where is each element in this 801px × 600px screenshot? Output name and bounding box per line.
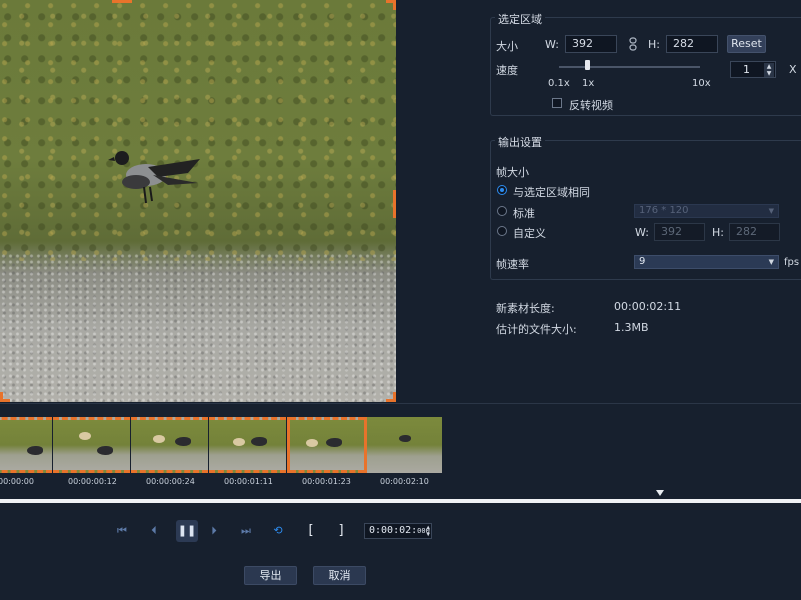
estimated-size-label: 估计的文件大小: [496, 323, 577, 336]
width-input[interactable]: 392 [565, 35, 617, 53]
speed-slider-track[interactable] [559, 66, 700, 68]
radio-same-as-selection[interactable] [497, 185, 507, 195]
speed-unit: X [789, 63, 797, 76]
radio-standard[interactable] [497, 206, 507, 216]
timecode: 00:00:01:11 [224, 477, 273, 486]
timecode: 00:00:02:10 [380, 477, 429, 486]
speed-spinbox[interactable]: 1 ▲ ▼ [730, 61, 776, 78]
crop-handle-top-right[interactable] [386, 0, 396, 10]
fps-label: 帧速率 [496, 258, 529, 271]
size-label: 大小 [496, 40, 518, 53]
option-standard[interactable]: 标准 [513, 205, 535, 221]
width-label: W: [545, 38, 559, 51]
standard-size-select: 176 * 120 ▼ [634, 204, 779, 218]
timeline-strip[interactable]: 00:00:00 00:00:00:12 00:00:00:24 00:00:0… [0, 403, 801, 486]
go-to-end-icon[interactable]: ⏭ [235, 520, 257, 542]
radio-custom[interactable] [497, 226, 507, 236]
preview-grass [0, 0, 396, 262]
frame-thumbnail[interactable] [53, 417, 130, 473]
fps-value: 9 [639, 256, 646, 267]
custom-width-input: 392 [654, 223, 705, 241]
speed-mark-max: 10x [692, 78, 711, 89]
mark-in-button[interactable]: [ [300, 520, 322, 542]
timecode: 00:00:00:12 [68, 477, 117, 486]
speed-slider-thumb[interactable] [585, 60, 590, 70]
frame-thumbnail[interactable] [209, 417, 286, 473]
speed-label: 速度 [496, 64, 518, 77]
cancel-button[interactable]: 取消 [313, 566, 366, 585]
reverse-video-checkbox[interactable] [552, 98, 562, 108]
crow-image [108, 151, 200, 204]
timecode-input[interactable]: 0:00:02:000 ▲ ▼ [364, 523, 432, 539]
chevron-down-icon: ▼ [768, 258, 774, 266]
custom-height-label: H: [712, 226, 724, 239]
go-to-start-icon[interactable]: ⏮ [111, 520, 133, 542]
fps-select[interactable]: 9 ▼ [634, 255, 779, 269]
speed-value: 1 [743, 63, 750, 76]
option-same-as-selection[interactable]: 与选定区域相同 [513, 184, 590, 200]
video-preview[interactable] [0, 0, 396, 402]
spin-up-icon[interactable]: ▲ [764, 63, 774, 70]
chevron-down-icon: ▼ [768, 207, 774, 215]
timecode: 00:00:00:24 [146, 477, 195, 486]
reset-button[interactable]: Reset [727, 35, 766, 53]
export-button[interactable]: 导出 [244, 566, 297, 585]
custom-height-input: 282 [729, 223, 780, 241]
reverse-video-label: 反转视频 [569, 99, 613, 112]
output-group-title: 输出设置 [495, 134, 545, 150]
height-label: H: [648, 38, 660, 51]
link-aspect-icon[interactable] [628, 37, 638, 51]
scrub-bar[interactable] [0, 486, 801, 506]
scrub-track[interactable] [0, 499, 801, 503]
crop-handle-bottom-right[interactable] [386, 392, 396, 402]
playback-controls: ⏮ ⏴ ❚❚ ⏵ ⏭ ⟲ [ ] 0:00:02:000 ▲ ▼ [0, 520, 801, 546]
mark-out-button[interactable]: ] [330, 520, 352, 542]
timecode: 00:00:01:23 [302, 477, 351, 486]
frame-thumbnail[interactable] [0, 417, 52, 473]
pause-icon[interactable]: ❚❚ [176, 520, 198, 542]
crop-handle-top[interactable] [112, 0, 132, 3]
new-clip-length-label: 新素材长度: [496, 302, 555, 315]
next-frame-icon[interactable]: ⏵ [203, 520, 225, 542]
frame-thumbnail[interactable] [290, 417, 364, 473]
frame-thumbnail[interactable] [367, 417, 442, 473]
crop-handle-right[interactable] [393, 190, 396, 218]
spin-down-icon[interactable]: ▼ [764, 70, 774, 77]
preview-gravel [0, 253, 396, 402]
frame-thumbnail[interactable] [131, 417, 208, 473]
option-custom[interactable]: 自定义 [513, 225, 546, 241]
selection-group-title: 选定区域 [495, 11, 545, 27]
playhead-marker[interactable] [656, 490, 664, 496]
custom-width-label: W: [635, 226, 649, 239]
height-input[interactable]: 282 [666, 35, 718, 53]
timecode-main: 0:00:02: [369, 525, 418, 536]
frame-size-label: 帧大小 [496, 166, 529, 179]
speed-mark-min: 0.1x [548, 78, 570, 89]
new-clip-length-value: 00:00:02:11 [614, 300, 682, 313]
previous-frame-icon[interactable]: ⏴ [143, 520, 165, 542]
estimated-size-value: 1.3MB [614, 321, 649, 334]
speed-mark-mid: 1x [582, 78, 595, 89]
fps-unit: fps [784, 257, 800, 268]
standard-size-value: 176 * 120 [639, 205, 689, 216]
spin-up-icon[interactable]: ▲ ▼ [426, 524, 430, 538]
crop-handle-bottom-left[interactable] [0, 392, 10, 402]
timecode: 00:00:00 [0, 477, 34, 486]
repeat-icon[interactable]: ⟲ [267, 520, 289, 542]
